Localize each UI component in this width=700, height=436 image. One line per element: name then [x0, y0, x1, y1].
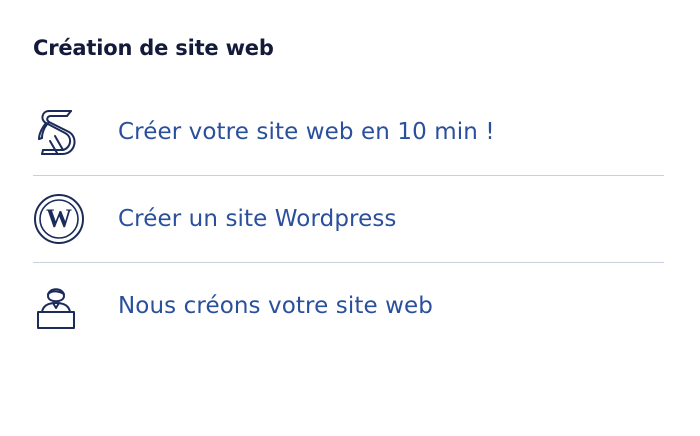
menu-item-we-create-your-site[interactable]: Nous créons votre site web [33, 263, 664, 349]
menu-item-create-site-10-min[interactable]: Créer votre site web en 10 min ! [33, 89, 664, 176]
menu-entry-we-build: Nous créons votre site web [33, 263, 664, 349]
menu-entry-wordpress: W Créer un site Wordpress [33, 176, 664, 263]
wordpress-icon: W [33, 193, 85, 245]
menu-item-label: Créer un site Wordpress [118, 206, 397, 232]
menu-entry-site-builder: Créer votre site web en 10 min ! [33, 89, 664, 176]
menu-item-label: Nous créons votre site web [118, 293, 433, 319]
svg-text:W: W [46, 204, 72, 233]
website-creation-panel: Création de site web Créer votre site we… [0, 0, 700, 436]
menu-item-label: Créer votre site web en 10 min ! [118, 119, 495, 145]
site-builder-s-logo-icon [33, 106, 85, 158]
website-creation-menu: Créer votre site web en 10 min ! W Créer… [33, 89, 664, 349]
section-title: Création de site web [33, 36, 274, 60]
menu-item-create-wordpress-site[interactable]: W Créer un site Wordpress [33, 176, 664, 263]
person-at-desk-icon [33, 280, 85, 332]
